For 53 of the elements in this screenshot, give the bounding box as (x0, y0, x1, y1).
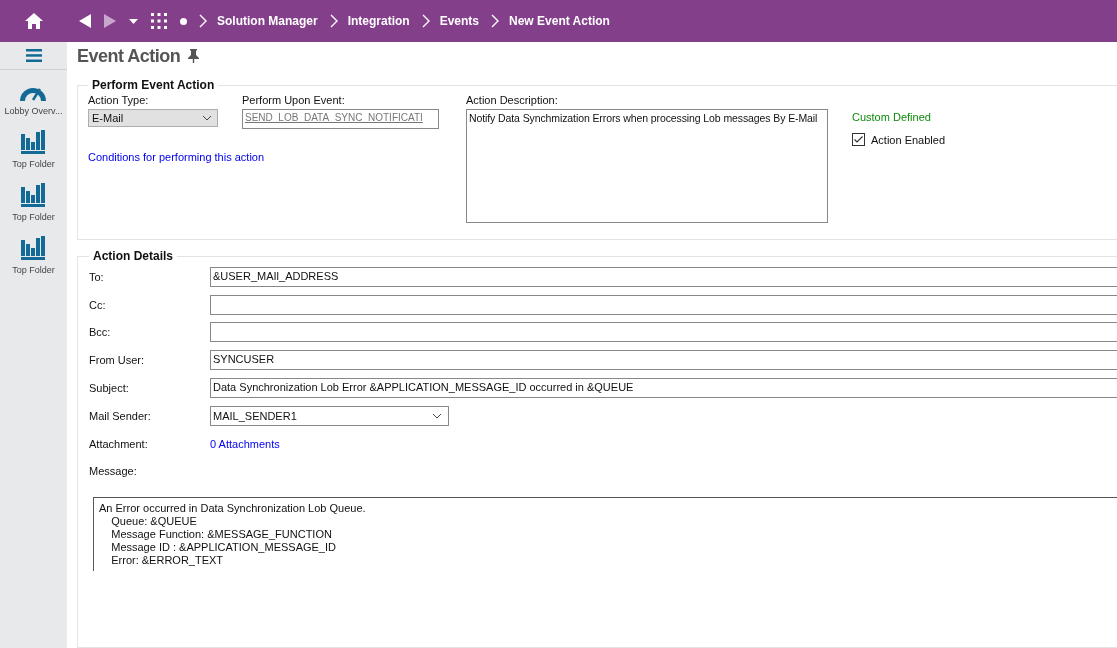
field-label: Bcc: (89, 326, 112, 339)
sidebar-item[interactable]: Lobby Overv... (4, 84, 63, 116)
field-label: Message: (89, 465, 138, 478)
chevron-right-icon (491, 14, 500, 28)
chevron-right-icon (199, 14, 207, 28)
mail-sender-dropdown[interactable]: MAIL_SENDER1 (210, 405, 449, 426)
breadcrumb-link[interactable]: Events (439, 14, 480, 28)
sidebar-item[interactable]: Top Folder (12, 130, 55, 169)
sidebar-item[interactable]: Top Folder (12, 183, 55, 222)
attachments-link[interactable]: 0 Attachments (210, 437, 280, 450)
message-textarea[interactable]: An Error occurred in Data Synchronization Lob Queue. Queue: &QUEUE Message Function: &MESSAGE_FUNCTION Message ID : &APPLICATION_MESSAGE_ID Error: &ERROR_TEXT (93, 497, 1117, 572)
menu-icon[interactable] (25, 49, 42, 62)
chevron-right-icon (421, 14, 430, 28)
chevron-down-icon (432, 412, 442, 419)
description-textarea[interactable]: Notify Data Synchmization Errors when processing Lob messages By E-Mail (466, 109, 828, 223)
breadcrumb-link[interactable]: Integration (347, 14, 410, 28)
text-field[interactable] (210, 294, 1117, 315)
action-enabled-checkbox[interactable]: Action Enabled (852, 133, 945, 146)
bar-chart-icon (21, 183, 46, 207)
breadcrumb-link[interactable]: Solution Manager (217, 14, 318, 28)
bar-chart-icon (21, 130, 46, 154)
forward-icon[interactable] (104, 14, 116, 28)
page-title: Event Action (77, 45, 181, 67)
sidebar-item[interactable]: Top Folder (12, 236, 55, 275)
field-label: To: (89, 270, 105, 283)
text-field[interactable]: &USER_MAIl_ADDRESS (210, 266, 1117, 287)
chevron-down-icon (202, 115, 212, 121)
field-label: Attachment: (89, 437, 149, 450)
field-label: Action Description: (466, 94, 559, 108)
back-icon[interactable] (79, 14, 91, 28)
text-field[interactable]: Data Synchronization Lob Error &APPLICATION_MESSAGE_ID occurred in &QUEUE (210, 378, 1117, 399)
event-field[interactable]: SEND_LOB_DATA_SYNC_NOTIFICATI (242, 109, 439, 129)
field-label: Subject: (89, 382, 130, 395)
field-label: Mail Sender: (89, 409, 152, 422)
conditions-link[interactable]: Conditions for performing this action (88, 151, 265, 163)
group-title: Perform Event Action (91, 78, 216, 92)
app-grid-icon[interactable] (151, 13, 167, 29)
text-field[interactable] (210, 322, 1117, 343)
action-type-dropdown[interactable]: E-Mail (88, 109, 218, 127)
dropdown-caret-icon[interactable] (129, 18, 138, 24)
field-label: Perform Upon Event: (242, 94, 346, 108)
dot-icon (180, 17, 187, 25)
text-field[interactable]: SYNCUSER (210, 350, 1117, 371)
pin-icon[interactable] (188, 49, 200, 63)
bar-chart-icon (21, 236, 46, 260)
group-title: Action Details (92, 249, 174, 263)
chevron-right-icon (329, 14, 338, 28)
field-label: From User: (89, 354, 145, 367)
breadcrumb-link[interactable]: New Event Action (509, 14, 610, 28)
field-label: Action Type: (88, 94, 150, 108)
home-icon[interactable] (24, 13, 43, 29)
custom-defined-label: Custom Defined (852, 111, 932, 123)
field-label: Cc: (89, 298, 107, 311)
